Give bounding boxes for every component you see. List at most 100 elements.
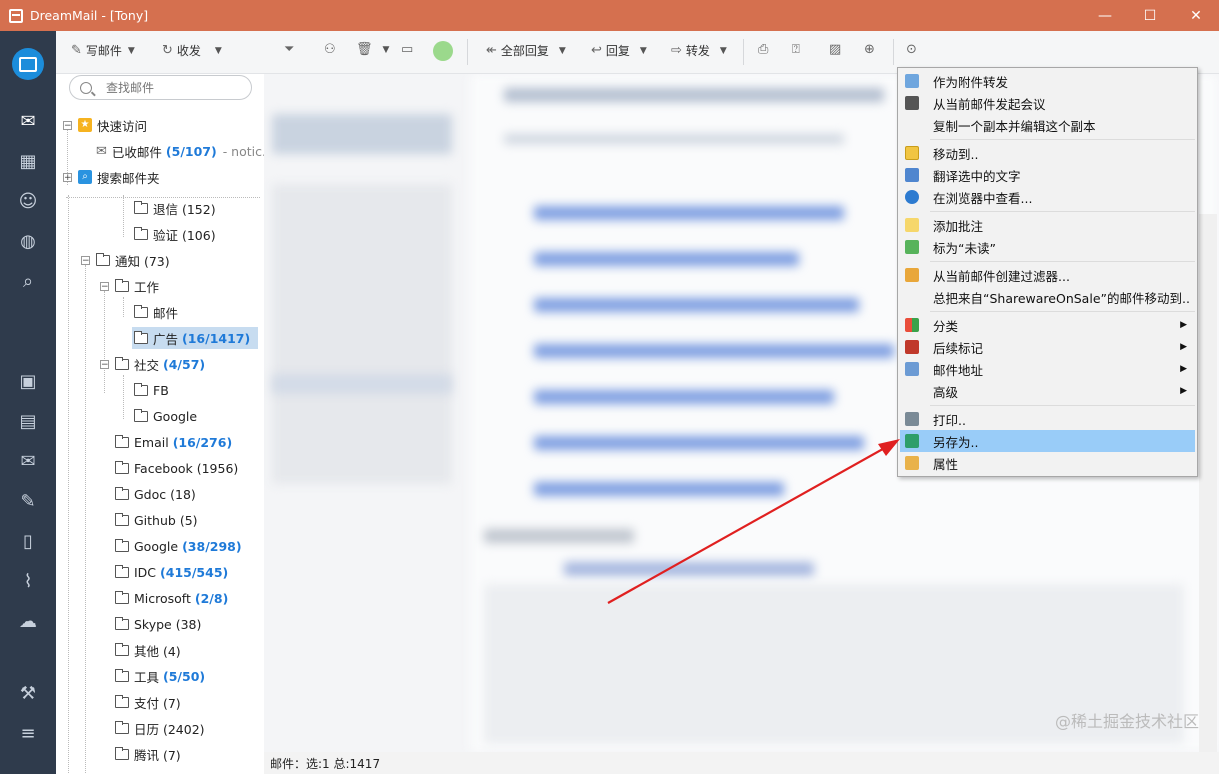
menu-mark-unread[interactable]: 标为“未读”	[900, 236, 1195, 258]
receive-button[interactable]: ↻ 收发 ▼	[162, 42, 222, 59]
folder-microsoft[interactable]: Microsoft (2/8)	[115, 587, 228, 609]
translate-button[interactable]: ▨	[829, 42, 845, 57]
menu-advanced[interactable]: 高级 ▶	[900, 380, 1195, 402]
menu-label: 邮件地址	[933, 362, 984, 378]
blurred-block	[534, 344, 894, 358]
folder-quick-access[interactable]: ★ 快速访问	[78, 114, 147, 136]
mail-icon[interactable]: ✉	[16, 109, 40, 133]
folder-fb[interactable]: FB	[134, 379, 169, 401]
folder-icon	[115, 512, 129, 526]
folder-mail[interactable]: 邮件	[134, 301, 178, 323]
menu-add-note[interactable]: 添加批注	[900, 214, 1195, 236]
folder-tencent[interactable]: 腾讯 (7)	[115, 743, 181, 765]
folder-ads[interactable]: 广告 (16/1417)	[132, 327, 258, 349]
menu-move-all-from[interactable]: 总把来自“SharewareOnSale”的邮件移动到..	[900, 286, 1195, 308]
chevron-down-icon[interactable]: ▼	[215, 46, 222, 56]
user-button[interactable]: ⚇	[324, 42, 340, 57]
unread-count: (2/8)	[194, 590, 229, 606]
collapse-toggle[interactable]: −	[81, 256, 90, 266]
print-button[interactable]: ⎙	[758, 42, 772, 57]
zoom-button[interactable]: ⊕	[864, 42, 879, 57]
menu-translate[interactable]: 翻译选中的文字	[900, 164, 1195, 186]
folder-bounce[interactable]: 退信 (152)	[134, 197, 216, 219]
notes-icon[interactable]: ▯	[16, 529, 40, 553]
menu-category[interactable]: 分类 ▶	[900, 314, 1195, 336]
menu-properties[interactable]: 属性	[900, 452, 1195, 474]
blank-icon	[905, 118, 919, 132]
menu-view-in-browser[interactable]: 在浏览器中查看...	[900, 186, 1195, 208]
menu-copy-and-edit[interactable]: 复制一个副本并编辑这个副本	[900, 114, 1195, 136]
folder-social[interactable]: 社交 (4/57)	[115, 353, 205, 375]
menu-follow-up[interactable]: 后续标记 ▶	[900, 336, 1195, 358]
folder-work[interactable]: 工作	[115, 275, 159, 297]
expand-toggle[interactable]: +	[63, 173, 72, 183]
contact-card-icon[interactable]: ▤	[16, 409, 40, 433]
menu-start-meeting[interactable]: 从当前邮件发起会议	[900, 92, 1195, 114]
help-button[interactable]: ⍰	[792, 42, 804, 57]
folder-email[interactable]: Email (16/276)	[115, 431, 232, 453]
folder-google-social[interactable]: Google	[134, 405, 197, 427]
flag-icon	[905, 340, 919, 354]
delete-button[interactable]: 🗑 ▼	[356, 42, 389, 57]
menu-move-to[interactable]: 移动到..	[900, 142, 1195, 164]
minimize-button[interactable]: —	[1082, 0, 1128, 31]
tree-line	[123, 375, 124, 419]
chevron-down-icon[interactable]: ▼	[128, 46, 135, 56]
folder-idc[interactable]: IDC (415/545)	[115, 561, 228, 583]
folder-tools[interactable]: 工具 (5/50)	[115, 665, 205, 687]
maximize-button[interactable]: ☐	[1127, 0, 1173, 31]
folder-gdoc[interactable]: Gdoc (18)	[115, 483, 196, 505]
blurred-block	[534, 390, 834, 404]
folder-verify[interactable]: 验证 (106)	[134, 223, 216, 245]
folder-skype[interactable]: Skype (38)	[115, 613, 201, 635]
forward-button[interactable]: ⇨ 转发 ▼	[671, 42, 727, 59]
menu-create-filter[interactable]: 从当前邮件创建过滤器...	[900, 264, 1195, 286]
collapse-toggle[interactable]: −	[63, 121, 72, 131]
folder-search[interactable]: ⌕ 搜索邮件夹	[78, 166, 160, 188]
globe-icon[interactable]: ◍	[16, 229, 40, 253]
folder-label: 验证 (106)	[153, 227, 216, 243]
contacts-icon[interactable]: ☺	[16, 189, 40, 213]
scrollbar[interactable]	[1199, 214, 1217, 752]
reply-button[interactable]: ↩ 回复 ▼	[591, 42, 647, 59]
search-icon[interactable]: ⌕	[16, 269, 40, 293]
search-input[interactable]	[104, 79, 248, 96]
folder-notice[interactable]: 通知 (73)	[96, 249, 170, 271]
reply-all-button[interactable]: ↞ 全部回复 ▼	[486, 42, 566, 59]
chevron-down-icon[interactable]: ▼	[559, 46, 566, 56]
chat-button[interactable]: ▭	[401, 42, 417, 57]
folder-google[interactable]: Google (38/298)	[115, 535, 242, 557]
mail-filter-icon[interactable]: ✉	[16, 449, 40, 473]
status-indicator[interactable]	[433, 41, 453, 61]
close-button[interactable]: ✕	[1173, 0, 1219, 31]
calendar-grid-icon[interactable]: ▦	[16, 149, 40, 173]
chevron-down-icon[interactable]: ▼	[720, 46, 727, 56]
pen-icon[interactable]: ✎	[16, 489, 40, 513]
collapse-toggle[interactable]: −	[100, 360, 109, 370]
menu-save-as[interactable]: 另存为..	[900, 430, 1195, 452]
compose-button[interactable]: ✎ 写邮件 ▼	[71, 42, 135, 59]
attachment-icon[interactable]: ⌇	[16, 569, 40, 593]
collapse-toggle[interactable]: −	[100, 282, 109, 292]
menu-print[interactable]: 打印..	[900, 408, 1195, 430]
menu-icon[interactable]: ≡	[16, 721, 40, 745]
folder-label: 搜索邮件夹	[97, 170, 160, 186]
folder-label: FB	[153, 382, 169, 398]
more-button[interactable]: ⊙	[906, 42, 921, 57]
wrench-icon[interactable]: ⚒	[16, 681, 40, 705]
menu-forward-as-attachment[interactable]: 作为附件转发	[900, 70, 1195, 92]
folder-github[interactable]: Github (5)	[115, 509, 198, 531]
folder-facebook[interactable]: Facebook (1956)	[115, 457, 238, 479]
cloud-icon[interactable]: ☁	[16, 609, 40, 633]
blurred-block	[534, 298, 859, 312]
chevron-down-icon[interactable]: ▼	[383, 45, 390, 55]
dreammail-logo-icon[interactable]	[12, 48, 44, 80]
menu-mail-address[interactable]: 邮件地址 ▶	[900, 358, 1195, 380]
calendar-30-icon[interactable]: ▣	[16, 369, 40, 393]
chevron-down-icon[interactable]: ▼	[640, 46, 647, 56]
filter-button[interactable]: ⏷	[284, 42, 298, 57]
folder-pay[interactable]: 支付 (7)	[115, 691, 181, 713]
folder-other[interactable]: 其他 (4)	[115, 639, 181, 661]
folder-calendar[interactable]: 日历 (2402)	[115, 717, 205, 739]
folder-inbox[interactable]: ✉ 已收邮件 (5/107) - notic...	[96, 140, 264, 162]
